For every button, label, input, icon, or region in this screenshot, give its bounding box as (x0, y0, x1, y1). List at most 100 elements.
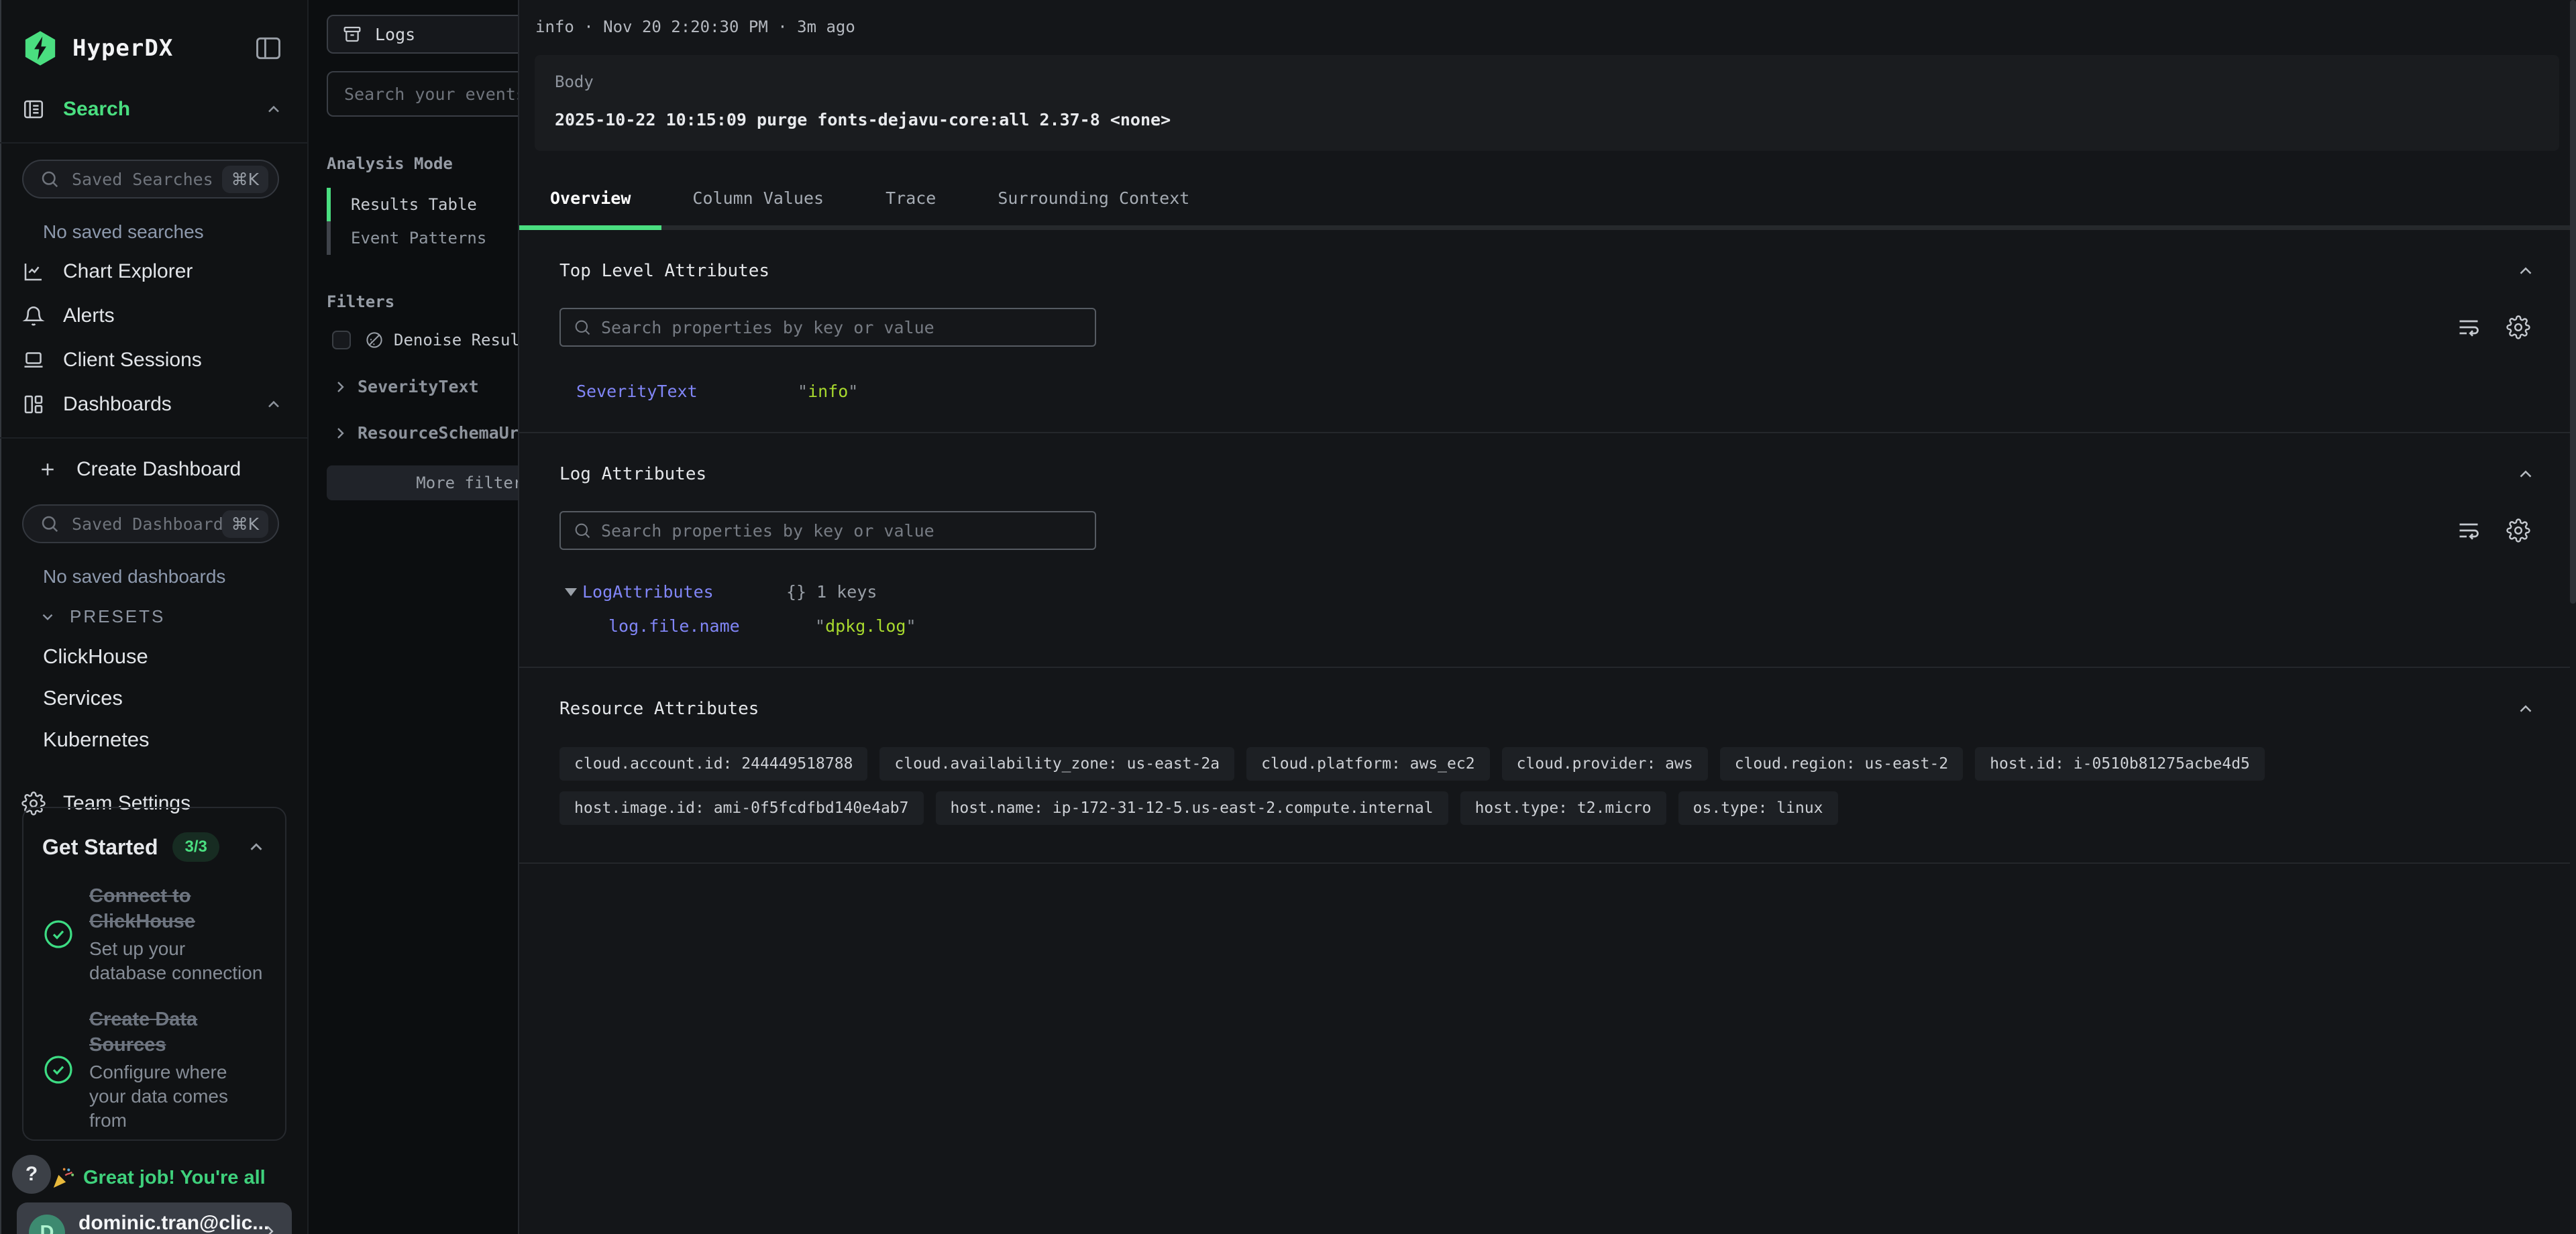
resource-chip[interactable]: cloud.region: us-east-2 (1720, 747, 1964, 781)
tab-overview[interactable]: Overview (519, 188, 661, 225)
more-filters-button[interactable]: More filters (327, 465, 518, 500)
scrollbar-thumb[interactable] (2570, 0, 2576, 604)
step-text: Create Data Sources Configure where your… (89, 1007, 266, 1133)
archive-icon (341, 23, 363, 45)
resource-chip[interactable]: host.image.id: ami-0f5fcdfbd140e4ab7 (559, 791, 924, 825)
filter-group-resourceschemaurl[interactable]: ResourceSchemaUrl (327, 423, 518, 443)
preset-item-kubernetes[interactable]: Kubernetes (0, 728, 307, 752)
tab-column-values[interactable]: Column Values (661, 188, 855, 225)
get-started-step-sources[interactable]: Create Data Sources Configure where your… (42, 1007, 266, 1133)
mode-event-patterns[interactable]: Event Patterns (327, 221, 518, 255)
attribute-key[interactable]: SeverityText (576, 382, 798, 401)
chevron-right-icon (332, 425, 348, 441)
resource-chip[interactable]: host.id: i-0510b81275acbe4d5 (1975, 747, 2265, 781)
get-started-step-connect[interactable]: Connect to ClickHouse Set up your databa… (42, 883, 266, 985)
saved-dashboards-search[interactable]: ⌘K (22, 504, 279, 543)
wrap-text-icon[interactable] (2457, 315, 2481, 339)
congrats-row: Great job! You're all (50, 1164, 266, 1191)
sidebar-nav: Chart Explorer Alerts Client Sessions Da… (0, 256, 307, 420)
step-title: Create Data Sources (89, 1007, 266, 1058)
expand-caret-icon[interactable] (565, 588, 577, 596)
preset-item-clickhouse[interactable]: ClickHouse (0, 644, 307, 669)
event-detail-panel: info · Nov 20 2:20:30 PM · 3m ago Body 2… (518, 0, 2576, 1234)
resource-chip[interactable]: host.type: t2.micro (1460, 791, 1666, 825)
event-header: info · Nov 20 2:20:30 PM · 3m ago (519, 0, 2576, 36)
resource-chip[interactable]: cloud.provider: aws (1502, 747, 1708, 781)
resource-chip[interactable]: cloud.platform: aws_ec2 (1246, 747, 1490, 781)
no-saved-dashboards-note: No saved dashboards (0, 566, 307, 587)
property-search-input[interactable] (601, 521, 1083, 541)
plus-icon (38, 459, 58, 480)
section-header: Log Attributes (559, 464, 2536, 484)
search-log-icon (21, 97, 46, 121)
chevron-up-icon[interactable] (264, 100, 283, 119)
saved-searches-search[interactable]: ⌘K (22, 160, 279, 199)
sidebar-item-dashboards[interactable]: Dashboards (0, 389, 307, 420)
filter-group-severitytext[interactable]: SeverityText (327, 377, 518, 396)
resource-chip[interactable]: cloud.account.id: 244449518788 (559, 747, 867, 781)
property-search-box[interactable] (559, 511, 1096, 550)
saved-dashboards-input[interactable] (72, 514, 222, 534)
section-title: Log Attributes (559, 464, 706, 484)
create-dashboard-button[interactable]: Create Dashboard (0, 451, 307, 488)
source-selector-button[interactable]: Logs (327, 15, 518, 54)
no-saved-searches-note: No saved searches (0, 221, 307, 243)
attribute-row: log.file.name dpkg.log (559, 616, 2536, 636)
tree-root-key[interactable]: LogAttributes (582, 582, 786, 602)
user-menu[interactable]: D dominic.tran@clic... dominic.tran@clic… (17, 1202, 292, 1234)
sidebar-item-label: Alerts (63, 304, 115, 327)
gear-icon[interactable] (2506, 518, 2530, 543)
sidebar-item-alerts[interactable]: Alerts (0, 300, 307, 331)
body-card: Body 2025-10-22 10:15:09 purge fonts-dej… (535, 55, 2559, 151)
step-title: Connect to ClickHouse (89, 883, 266, 934)
presets-toggle[interactable]: PRESETS (0, 606, 307, 627)
get-started-title: Get Started (42, 835, 158, 860)
resource-chip[interactable]: os.type: linux (1678, 791, 1838, 825)
tab-trace[interactable]: Trace (855, 188, 967, 225)
sidebar: HyperDX Search ⌘K No saved searches (0, 0, 309, 1234)
hyperdx-logo-icon (21, 30, 59, 67)
tab-surrounding-context[interactable]: Surrounding Context (967, 188, 1220, 225)
sidebar-collapse-icon[interactable] (254, 34, 283, 63)
attribute-row: SeverityText info (559, 382, 2536, 401)
divider (0, 437, 307, 439)
sidebar-item-client-sessions[interactable]: Client Sessions (0, 345, 307, 376)
attribute-value[interactable]: dpkg.log (815, 616, 916, 636)
chevron-up-icon[interactable] (246, 837, 266, 857)
section-log-attributes: Log Attributes (519, 464, 2576, 636)
saved-searches-input[interactable] (72, 170, 222, 189)
resource-chip[interactable]: cloud.availability_zone: us-east-2a (879, 747, 1234, 781)
scrollbar-track[interactable] (2570, 0, 2576, 1234)
chevron-up-icon[interactable] (2516, 464, 2536, 484)
toolbar-icons (2457, 518, 2530, 543)
sidebar-item-search[interactable]: Search (0, 94, 307, 125)
filters-label: Filters (327, 292, 518, 311)
denoise-checkbox[interactable] (332, 331, 351, 349)
laptop-icon (21, 348, 46, 372)
property-search-input[interactable] (601, 318, 1083, 337)
attribute-value[interactable]: info (798, 382, 858, 401)
mode-results-table[interactable]: Results Table (327, 188, 518, 221)
chevron-up-icon[interactable] (264, 395, 283, 414)
sidebar-item-chart-explorer[interactable]: Chart Explorer (0, 256, 307, 287)
resource-chip[interactable]: host.name: ip-172-31-12-5.us-east-2.comp… (936, 791, 1448, 825)
app-root: HyperDX Search ⌘K No saved searches (0, 0, 2576, 1234)
body-value[interactable]: 2025-10-22 10:15:09 purge fonts-dejavu-c… (555, 110, 2539, 129)
progress-badge: 3/3 (172, 832, 219, 862)
chevron-up-icon[interactable] (2516, 699, 2536, 719)
attribute-key[interactable]: log.file.name (608, 616, 815, 636)
help-button[interactable]: ? (12, 1155, 51, 1194)
analysis-mode-label: Analysis Mode (327, 154, 518, 173)
event-search-box[interactable] (327, 71, 518, 117)
get-started-header[interactable]: Get Started 3/3 (42, 832, 266, 862)
preset-item-services[interactable]: Services (0, 686, 307, 710)
sidebar-item-label: Search (63, 98, 130, 121)
gear-icon[interactable] (2506, 315, 2530, 339)
event-search-input[interactable] (344, 85, 518, 104)
section-title: Top Level Attributes (559, 261, 769, 281)
search-icon (40, 169, 60, 189)
resource-chip-list: cloud.account.id: 244449518788 cloud.ava… (559, 747, 2411, 825)
wrap-text-icon[interactable] (2457, 518, 2481, 543)
property-search-box[interactable] (559, 308, 1096, 347)
chevron-up-icon[interactable] (2516, 261, 2536, 281)
